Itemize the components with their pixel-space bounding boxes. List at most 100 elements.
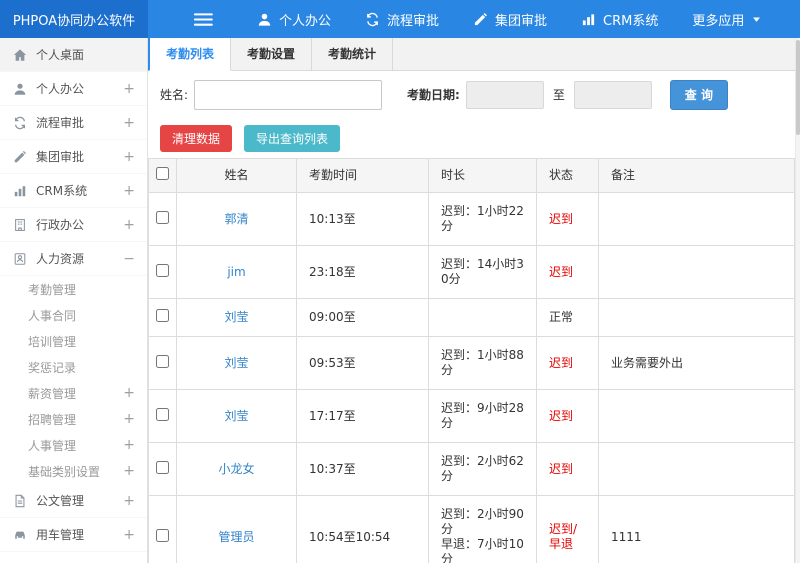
home-icon	[13, 48, 27, 62]
nav-item-label: CRM系统	[603, 13, 659, 29]
nav-item-1[interactable]: 个人办公	[240, 0, 348, 38]
expand-icon[interactable]: +	[119, 150, 135, 164]
sidebar-item-2[interactable]: 个人办公 +	[0, 72, 147, 106]
user-icon	[13, 82, 27, 96]
row-checkbox[interactable]	[156, 309, 169, 322]
sidebar-subitem-3[interactable]: 培训管理	[0, 328, 147, 354]
row-checkbox[interactable]	[156, 354, 169, 368]
sidebar-item-5[interactable]: CRM系统 +	[0, 174, 147, 208]
attendance-time-cell: 23:18至	[296, 245, 429, 299]
employee-name-link[interactable]: 刘莹	[224, 409, 248, 423]
employee-name-link[interactable]: 郭清	[224, 212, 248, 226]
column-header: 时长	[428, 158, 537, 193]
clear-data-button[interactable]: 清理数据	[160, 124, 233, 152]
employee-name-link[interactable]: 刘莹	[224, 310, 248, 324]
nav-item-2[interactable]: 流程审批	[348, 0, 456, 38]
select-all-checkbox[interactable]	[156, 167, 169, 180]
date-start-input[interactable]	[465, 80, 544, 109]
hamburger-icon[interactable]	[194, 12, 214, 27]
tab-3[interactable]: 考勤统计	[312, 38, 394, 70]
sidebar-item-1[interactable]: 个人桌面	[0, 38, 147, 72]
note-cell	[598, 245, 795, 299]
sidebar-subitem-5[interactable]: 薪资管理 +	[0, 380, 147, 406]
sidebar-item-label: 用车管理	[36, 528, 85, 542]
expand-icon[interactable]: +	[119, 438, 135, 452]
duration-cell: 迟到：1小时88分	[428, 336, 537, 390]
sidebar-item-label: 集团审批	[36, 150, 85, 164]
flow-icon	[365, 12, 380, 27]
sidebar-subitem-1[interactable]: 考勤管理	[0, 276, 147, 302]
user-icon	[257, 12, 272, 27]
sidebar-item-9[interactable]: 用车管理 +	[0, 518, 147, 552]
column-header: 状态	[536, 158, 599, 193]
sidebar-item-label: 考勤管理	[28, 282, 77, 297]
hr-icon	[13, 252, 27, 266]
date-end-input[interactable]	[573, 80, 652, 109]
attendance-time-cell: 10:54至10:54	[296, 495, 429, 563]
attendance-time-cell: 10:37至	[296, 442, 429, 496]
sidebar-item-label: CRM系统	[36, 184, 88, 198]
employee-name-link[interactable]: 刘莹	[224, 356, 248, 370]
sidebar-subitem-4[interactable]: 奖惩记录	[0, 354, 147, 380]
export-list-button[interactable]: 导出查询列表	[244, 124, 341, 152]
attendance-time-cell: 17:17至	[296, 389, 429, 443]
sidebar-item-label: 个人桌面	[36, 48, 85, 62]
expand-icon[interactable]: +	[119, 218, 135, 232]
note-cell: 1111	[598, 495, 795, 563]
name-filter-input[interactable]	[194, 79, 383, 110]
scrollbar-thumb[interactable]	[796, 40, 800, 135]
sidebar-item-7[interactable]: 人力资源 −	[0, 242, 147, 276]
name-cell: 刘莹	[176, 298, 297, 337]
nav-item-4[interactable]: CRM系统	[564, 0, 675, 38]
expand-icon[interactable]: +	[119, 82, 135, 96]
note-cell: 业务需要外出	[598, 336, 795, 390]
sidebar-item-label: 薪资管理	[28, 386, 77, 401]
collapse-icon[interactable]: −	[119, 252, 135, 266]
expand-icon[interactable]: +	[119, 464, 135, 478]
expand-icon[interactable]: +	[119, 184, 135, 198]
name-cell: 刘莹	[176, 389, 297, 443]
sidebar-item-label: 人事合同	[28, 308, 77, 323]
employee-name-link[interactable]: 管理员	[218, 530, 254, 544]
sidebar-item-4[interactable]: 集团审批 +	[0, 140, 147, 174]
sidebar-item-8[interactable]: 公文管理 +	[0, 484, 147, 518]
expand-icon[interactable]: +	[119, 528, 135, 542]
sidebar-item-6[interactable]: 行政办公 +	[0, 208, 147, 242]
sidebar-subitem-8[interactable]: 基础类别设置 +	[0, 458, 147, 484]
tab-1[interactable]: 考勤列表	[148, 38, 232, 71]
row-checkbox[interactable]	[156, 210, 169, 224]
expand-icon[interactable]: +	[119, 386, 135, 400]
row-checkbox[interactable]	[156, 460, 169, 474]
query-button[interactable]: 查 询	[669, 79, 728, 110]
action-bar: 清理数据 导出查询列表	[148, 118, 795, 158]
status-cell: 迟到	[536, 192, 599, 246]
nav-item-5[interactable]: 更多应用	[675, 0, 779, 38]
expand-icon[interactable]: +	[119, 494, 135, 508]
duration-cell: 迟到：1小时22分	[428, 192, 537, 246]
expand-icon[interactable]: +	[119, 412, 135, 426]
doc-icon	[13, 494, 27, 508]
status-cell: 迟到	[536, 442, 599, 496]
sidebar-item-3[interactable]: 流程审批 +	[0, 106, 147, 140]
date-filter-label: 考勤日期:	[407, 88, 460, 102]
row-checkbox[interactable]	[156, 528, 169, 542]
expand-icon[interactable]: +	[119, 116, 135, 130]
employee-name-link[interactable]: jim	[227, 265, 245, 279]
tab-2[interactable]: 考勤设置	[231, 38, 313, 70]
page-scrollbar[interactable]	[795, 38, 800, 563]
nav-item-label: 个人办公	[279, 13, 332, 29]
sidebar-subitem-2[interactable]: 人事合同	[0, 302, 147, 328]
row-checkbox[interactable]	[156, 263, 169, 277]
row-checkbox[interactable]	[156, 407, 169, 421]
edit-icon	[13, 150, 27, 164]
sidebar-item-label: 行政办公	[36, 218, 85, 232]
sidebar-subitem-7[interactable]: 人事管理 +	[0, 432, 147, 458]
employee-name-link[interactable]: 小龙女	[218, 462, 254, 476]
sidebar-subitem-6[interactable]: 招聘管理 +	[0, 406, 147, 432]
status-cell: 迟到	[536, 389, 599, 443]
edit-icon	[473, 12, 488, 27]
attendance-table: 姓名 考勤时间 时长 状态 备注 郭清 10:13至 迟到：1小时22分 迟到 jim 23:18…	[148, 158, 795, 563]
building-icon	[13, 218, 27, 232]
caret-down-icon	[751, 14, 762, 25]
nav-item-3[interactable]: 集团审批	[456, 0, 564, 38]
